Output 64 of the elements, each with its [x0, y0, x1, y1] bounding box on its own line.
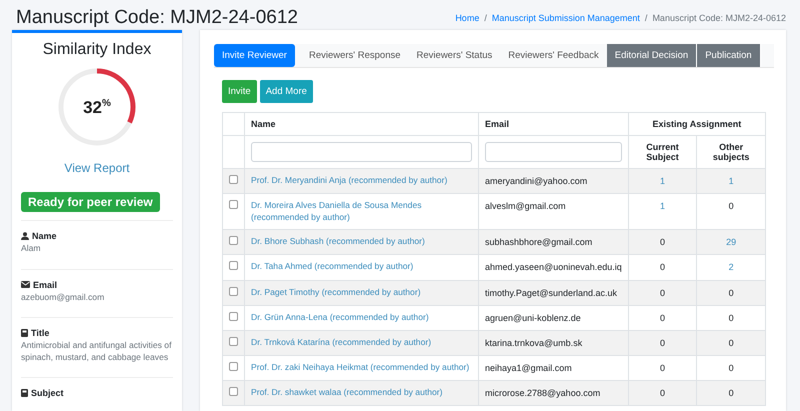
other-subjects-count: 0	[728, 388, 734, 398]
invite-button[interactable]: Invite	[222, 80, 257, 103]
current-subject-count[interactable]: 1	[660, 201, 666, 212]
current-subject-count: 0	[660, 237, 666, 248]
name-filter-field[interactable]	[251, 142, 472, 162]
add-more-button[interactable]: Add More	[260, 80, 313, 103]
other-subjects-count: 0	[728, 201, 734, 212]
breadcrumb-separator: /	[484, 13, 487, 23]
row-checkbox[interactable]	[229, 387, 238, 396]
other-subjects-count[interactable]: 1	[728, 176, 734, 186]
column-header: Email	[478, 112, 628, 136]
tab[interactable]: Publication	[697, 44, 761, 67]
current-subject-count: 0	[660, 312, 666, 323]
current-subject-count: 0	[660, 388, 666, 398]
tab[interactable]: Reviewers' Response	[300, 44, 409, 67]
other-subjects-count: 0	[728, 312, 734, 323]
row-checkbox[interactable]	[229, 336, 238, 346]
current-subject-count[interactable]: 1	[660, 176, 666, 186]
other-subjects-count: 0	[728, 288, 734, 298]
breadcrumb-link[interactable]: Manuscript Submission Management	[492, 13, 640, 23]
other-subjects-count: 0	[728, 338, 734, 348]
other-subjects-count[interactable]: 29	[726, 237, 736, 248]
view-report-link[interactable]: View Report	[21, 161, 173, 175]
email-cell: agruen@uni-koblenz.de	[478, 305, 628, 330]
detail-value: azebuom@gmail.com	[21, 292, 106, 304]
row-checkbox[interactable]	[229, 236, 238, 246]
detail-label: Title	[31, 328, 50, 338]
row-checkbox[interactable]	[229, 261, 238, 270]
person-icon	[21, 232, 29, 240]
tab[interactable]: Invite Reviewer	[214, 44, 295, 67]
detail-label: Email	[33, 280, 58, 290]
current-subject-count: 0	[660, 363, 666, 374]
current-subject-count: 0	[660, 288, 666, 298]
detail-value: Alam	[21, 243, 42, 255]
book-icon	[21, 389, 28, 398]
column-header: Name	[244, 112, 479, 136]
detail-label: Subject	[31, 388, 64, 398]
breadcrumb-current: Manuscript Code: MJM2-24-0612	[652, 13, 786, 23]
envelope-icon	[21, 281, 30, 288]
tab[interactable]: Reviewers' Status	[408, 44, 500, 67]
similarity-title: Similarity Index	[42, 41, 152, 59]
email-cell: timothy.Paget@sunderland.ac.uk	[478, 280, 628, 306]
detail-value: Antimicrobial and antifungal activities of spinach, mustard, and cabbage leaves	[21, 340, 172, 364]
book-icon	[21, 329, 28, 338]
row-checkbox[interactable]	[229, 362, 238, 372]
other-subjects-count: 0	[728, 363, 734, 374]
row-checkbox[interactable]	[229, 175, 238, 184]
tab[interactable]: Editorial Decision	[606, 44, 698, 67]
email-filter-field[interactable]	[485, 142, 622, 162]
row-checkbox[interactable]	[229, 200, 238, 210]
column-header: Existing Assignment	[628, 112, 766, 136]
row-checkbox[interactable]	[229, 286, 238, 296]
other-subjects-count[interactable]: 2	[728, 262, 734, 272]
breadcrumb-separator: /	[644, 13, 648, 23]
email-cell: microrose.2788@yahoo.com	[478, 380, 628, 406]
email-cell: ahmed.yaseen@uoninevah.edu.iq	[478, 254, 628, 280]
breadcrumb-link[interactable]: Home	[455, 13, 480, 23]
current-subject-count: 0	[660, 262, 666, 272]
row-checkbox[interactable]	[229, 312, 238, 321]
status-badge: Ready for peer review	[21, 192, 160, 212]
page-title: Manuscript Code: MJM2-24-0612	[16, 7, 298, 29]
current-subject-count: 0	[660, 338, 666, 348]
detail-label: Name	[32, 231, 57, 241]
tab[interactable]: Reviewers' Feedback	[500, 44, 607, 67]
